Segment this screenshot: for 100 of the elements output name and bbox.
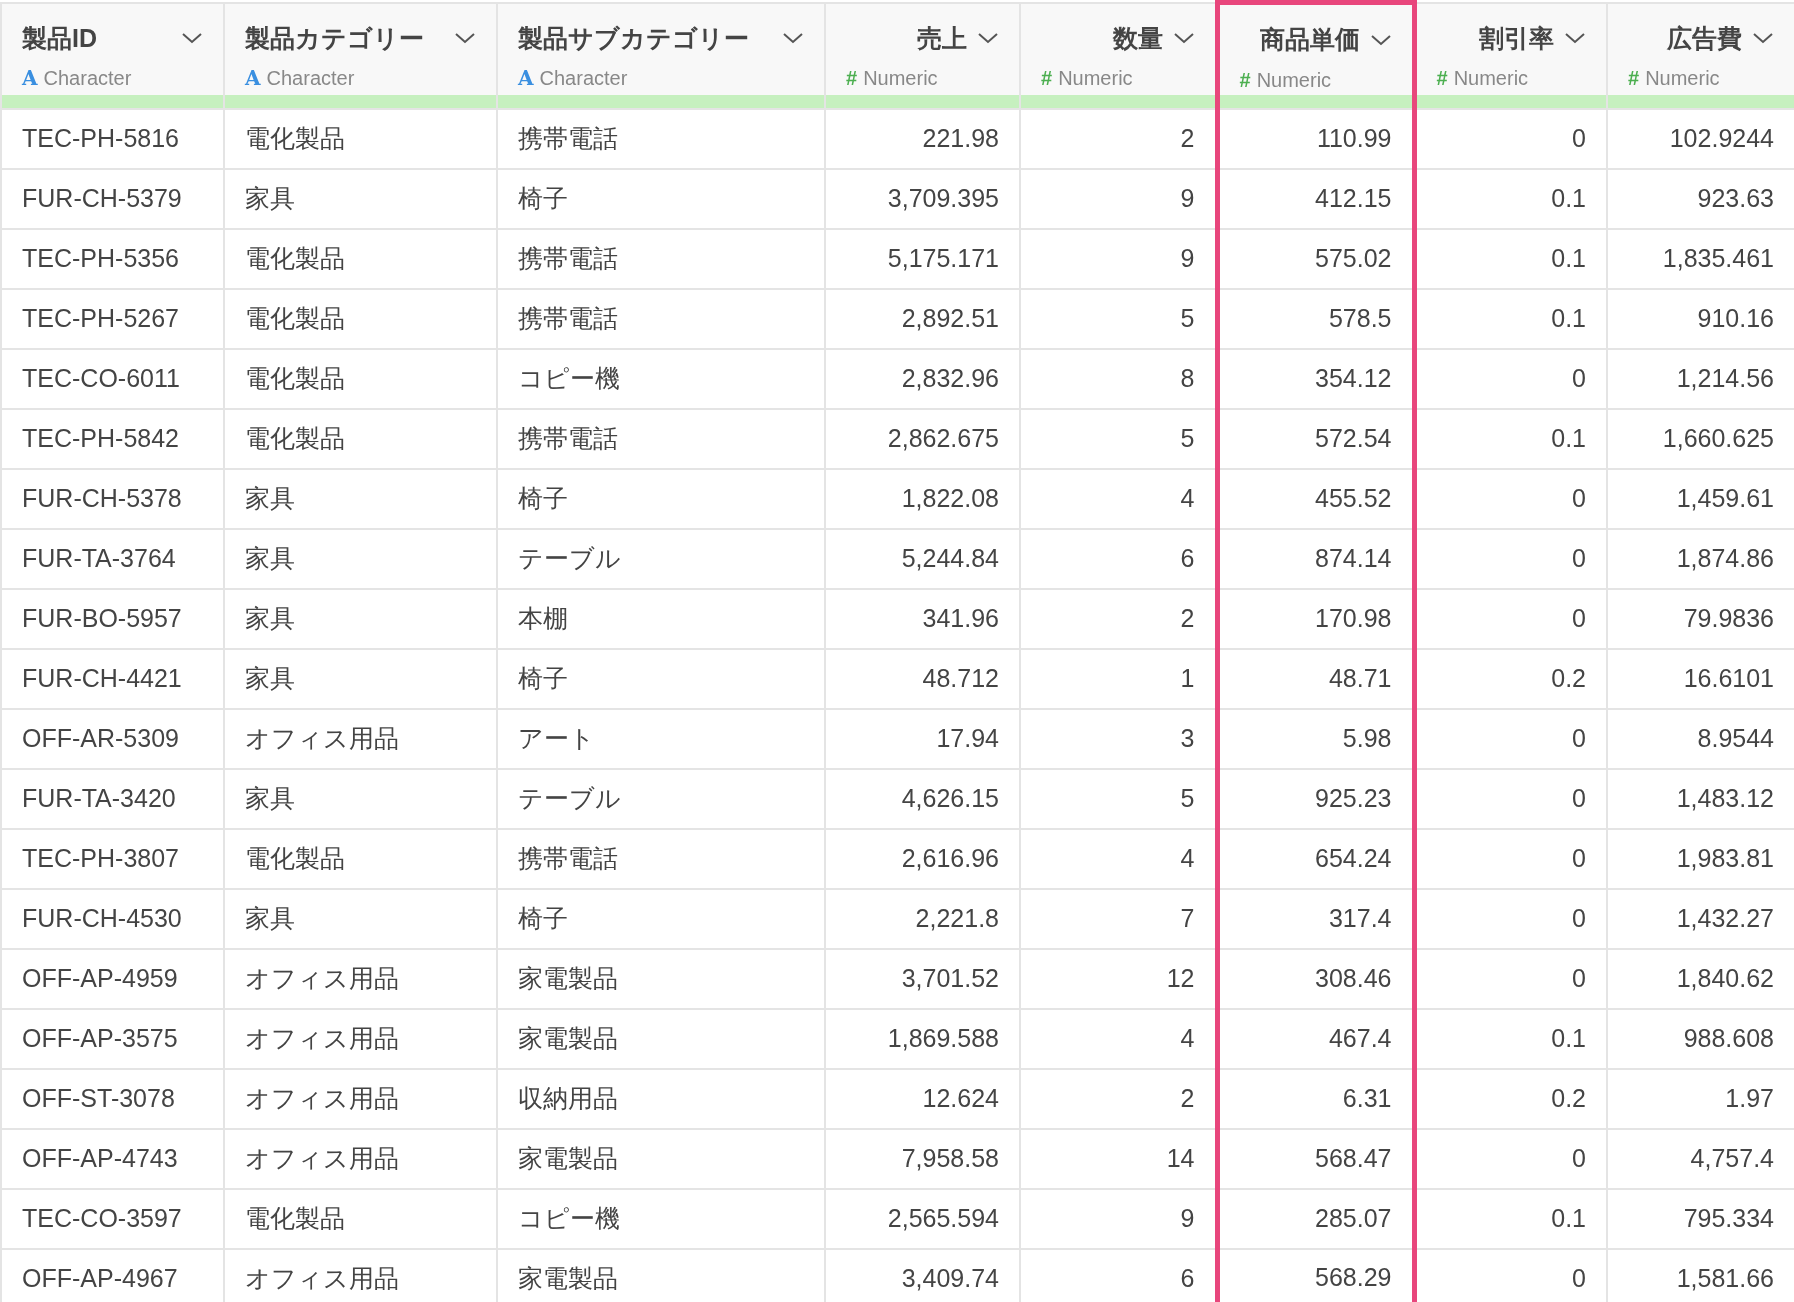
- table-cell: 電化製品: [224, 828, 497, 889]
- table-cell: 2,221.8: [825, 888, 1020, 949]
- table-cell: 170.98: [1217, 588, 1414, 649]
- table-cell: 467.4: [1217, 1008, 1414, 1069]
- table-cell: 48.71: [1217, 648, 1414, 709]
- table-cell: OFF-AP-4967: [1, 1248, 224, 1302]
- table-cell: 携帯電話: [497, 828, 825, 889]
- table-cell: オフィス用品: [224, 708, 497, 769]
- table-cell: TEC-PH-3807: [1, 828, 224, 889]
- table-cell: 102.9244: [1607, 108, 1794, 169]
- table-cell: 家具: [224, 468, 497, 529]
- table-cell: 341.96: [825, 588, 1020, 649]
- column-header[interactable]: 製品サブカテゴリー A Character: [497, 2, 825, 95]
- table-cell: 0: [1414, 348, 1607, 409]
- table-cell: 家電製品: [497, 948, 825, 1009]
- table-cell: 椅子: [497, 648, 825, 709]
- type-icon: #: [846, 63, 858, 93]
- column-name: 製品カテゴリー: [245, 22, 424, 54]
- table-cell: 0: [1414, 948, 1607, 1009]
- column-name: 広告費: [1667, 22, 1742, 54]
- table-cell: TEC-PH-5842: [1, 408, 224, 469]
- table-cell: 0.2: [1414, 648, 1607, 709]
- table-cell: 0.1: [1414, 288, 1607, 349]
- table-cell: 5,244.84: [825, 528, 1020, 589]
- column-header[interactable]: 割引率 # Numeric: [1414, 2, 1607, 95]
- table-cell: TEC-PH-5816: [1, 108, 224, 169]
- table-cell: TEC-CO-6011: [1, 348, 224, 409]
- table-cell: 1,869.588: [825, 1008, 1020, 1069]
- table-cell: 携帯電話: [497, 228, 825, 289]
- chevron-down-icon[interactable]: [1564, 31, 1586, 46]
- table-cell: 0: [1414, 708, 1607, 769]
- chevron-down-icon[interactable]: [181, 31, 203, 46]
- table-cell: 家電製品: [497, 1008, 825, 1069]
- table-cell: オフィス用品: [224, 948, 497, 1009]
- table-cell: 家具: [224, 768, 497, 829]
- table-cell: 携帯電話: [497, 288, 825, 349]
- table-cell: 家具: [224, 888, 497, 949]
- table-cell: コピー機: [497, 348, 825, 409]
- chevron-down-icon[interactable]: [1369, 32, 1392, 47]
- table-cell: 家電製品: [497, 1128, 825, 1189]
- chevron-down-icon[interactable]: [782, 31, 804, 46]
- table-cell: 12.624: [825, 1068, 1020, 1129]
- table-cell: 7,958.58: [825, 1128, 1020, 1189]
- table-cell: 48.712: [825, 648, 1020, 709]
- table-cell: FUR-CH-4530: [1, 888, 224, 949]
- table-cell: オフィス用品: [224, 1068, 497, 1129]
- table-cell: OFF-AP-4959: [1, 948, 224, 1009]
- table-cell: 575.02: [1217, 228, 1414, 289]
- chevron-down-icon[interactable]: [1752, 31, 1774, 46]
- type-icon: A: [245, 63, 261, 93]
- table-cell: 654.24: [1217, 828, 1414, 889]
- table-cell: 354.12: [1217, 348, 1414, 409]
- table-cell: 0: [1414, 468, 1607, 529]
- table-cell: 0: [1414, 1128, 1607, 1189]
- table-cell: 0.2: [1414, 1068, 1607, 1129]
- table-cell: 2,832.96: [825, 348, 1020, 409]
- table-cell: OFF-AR-5309: [1, 708, 224, 769]
- table-cell: コピー機: [497, 1188, 825, 1249]
- chevron-down-icon[interactable]: [1172, 31, 1195, 46]
- table-cell: 電化製品: [224, 348, 497, 409]
- type-icon: #: [1041, 63, 1053, 93]
- column-header[interactable]: 広告費 # Numeric: [1607, 2, 1794, 95]
- table-cell: 3,709.395: [825, 168, 1020, 229]
- table-cell: 携帯電話: [497, 108, 825, 169]
- table-cell: 電化製品: [224, 1188, 497, 1249]
- chevron-down-icon[interactable]: [454, 31, 476, 46]
- table-cell: 0: [1414, 888, 1607, 949]
- table-cell: 0: [1414, 528, 1607, 589]
- table-cell: TEC-PH-5356: [1, 228, 224, 289]
- type-icon: A: [518, 63, 534, 93]
- column-header[interactable]: 売上 # Numeric: [825, 2, 1020, 95]
- column-header[interactable]: 商品単価 # Numeric: [1217, 2, 1414, 95]
- table-cell: TEC-CO-3597: [1, 1188, 224, 1249]
- table-cell: 455.52: [1217, 468, 1414, 529]
- column-header[interactable]: 数量 # Numeric: [1020, 2, 1217, 95]
- column-header[interactable]: 製品カテゴリー A Character: [224, 2, 497, 95]
- table-cell: 家具: [224, 528, 497, 589]
- column-header[interactable]: 製品ID A Character: [1, 2, 224, 95]
- table-cell: 0.1: [1414, 228, 1607, 289]
- table-cell: 412.15: [1217, 168, 1414, 229]
- chevron-down-icon[interactable]: [977, 31, 999, 46]
- table-cell: 2,616.96: [825, 828, 1020, 889]
- table-cell: FUR-CH-5379: [1, 168, 224, 229]
- table-cell: OFF-ST-3078: [1, 1068, 224, 1129]
- column-type: Character: [539, 66, 628, 91]
- column-name: 商品単価: [1259, 24, 1360, 55]
- table-cell: 0: [1414, 828, 1607, 889]
- column-name: 製品ID: [22, 22, 97, 54]
- table-cell: FUR-TA-3420: [1, 768, 224, 829]
- table-cell: 6.31: [1217, 1068, 1414, 1129]
- table-cell: 578.5: [1217, 288, 1414, 349]
- table-cell: 家具: [224, 168, 497, 229]
- table-cell: 椅子: [497, 888, 825, 949]
- type-icon: A: [22, 63, 38, 93]
- table-cell: 308.46: [1217, 948, 1414, 1009]
- table-cell: 携帯電話: [497, 408, 825, 469]
- table-cell: 電化製品: [224, 108, 497, 169]
- table-cell: アート: [497, 708, 825, 769]
- table-cell: 家具: [224, 588, 497, 649]
- table-cell: 0: [1414, 768, 1607, 829]
